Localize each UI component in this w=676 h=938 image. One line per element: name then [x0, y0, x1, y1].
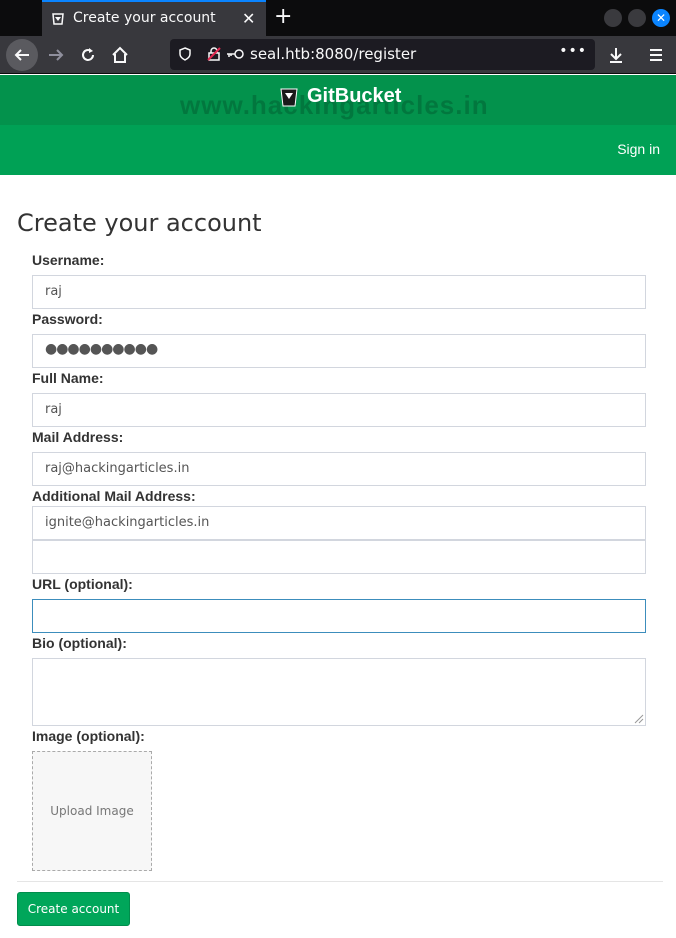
browser-tab[interactable]: Create your account ✕	[42, 0, 266, 36]
resize-grip-icon[interactable]	[632, 712, 644, 724]
password-value: ●●●●●●●●●●	[45, 341, 158, 357]
password-label: Password:	[32, 311, 103, 327]
gitbucket-favicon-icon	[52, 13, 64, 25]
page-title: Create your account	[17, 209, 262, 237]
sign-in-link[interactable]: Sign in	[617, 141, 660, 157]
brand-name: GitBucket	[307, 85, 402, 107]
mail-address-field[interactable]: raj@hackingarticles.in	[32, 452, 646, 486]
full-name-label: Full Name:	[32, 370, 104, 386]
additional-mail-value: ignite@hackingarticles.in	[45, 515, 210, 530]
new-tab-icon[interactable]: +	[274, 4, 292, 30]
close-window-icon[interactable]: ✕	[652, 9, 670, 27]
maximize-window-icon[interactable]	[628, 9, 646, 27]
additional-mail-field[interactable]: ignite@hackingarticles.in	[32, 506, 646, 540]
tab-close-icon[interactable]: ✕	[242, 9, 255, 28]
site-subnav	[0, 125, 676, 175]
username-label: Username:	[32, 252, 105, 268]
tab-title: Create your account	[73, 10, 216, 26]
key-icon[interactable]	[226, 48, 244, 60]
additional-mail-field[interactable]	[32, 540, 646, 574]
page-actions-icon[interactable]: •••	[559, 43, 587, 59]
address-bar[interactable]: seal.htb:8080/register •••	[170, 39, 595, 70]
username-field[interactable]: raj	[32, 275, 646, 309]
full-name-value: raj	[45, 402, 62, 417]
menu-icon[interactable]	[640, 39, 672, 71]
form-divider	[17, 881, 663, 882]
mail-address-value: raj@hackingarticles.in	[45, 461, 190, 476]
gitbucket-logo-icon	[280, 88, 298, 106]
image-label: Image (optional):	[32, 728, 145, 744]
full-name-field[interactable]: raj	[32, 393, 646, 427]
reload-icon[interactable]	[72, 39, 104, 71]
url-label: URL (optional):	[32, 576, 133, 592]
insecure-lock-icon[interactable]	[206, 46, 222, 62]
username-value: raj	[45, 284, 62, 299]
back-icon[interactable]	[6, 39, 38, 71]
browser-nav-bar: seal.htb:8080/register •••	[0, 36, 676, 74]
shield-icon[interactable]	[178, 47, 192, 61]
image-upload-dropzone[interactable]: Upload Image	[32, 751, 152, 871]
additional-mail-label: Additional Mail Address:	[32, 488, 196, 504]
upload-image-text: Upload Image	[50, 804, 134, 818]
bio-label: Bio (optional):	[32, 635, 127, 651]
bio-textarea[interactable]	[32, 658, 646, 726]
forward-icon[interactable]	[40, 39, 72, 71]
minimize-window-icon[interactable]	[604, 9, 622, 27]
password-field[interactable]: ●●●●●●●●●●	[32, 334, 646, 368]
create-account-button[interactable]: Create account	[17, 892, 130, 926]
browser-tab-bar: Create your account ✕ + ✕	[0, 0, 676, 36]
url-text[interactable]: seal.htb:8080/register	[250, 45, 416, 63]
brand-logo-link[interactable]: GitBucket	[279, 85, 401, 108]
home-icon[interactable]	[104, 39, 136, 71]
url-field[interactable]	[32, 599, 646, 633]
downloads-icon[interactable]	[600, 39, 632, 71]
mail-address-label: Mail Address:	[32, 429, 124, 445]
